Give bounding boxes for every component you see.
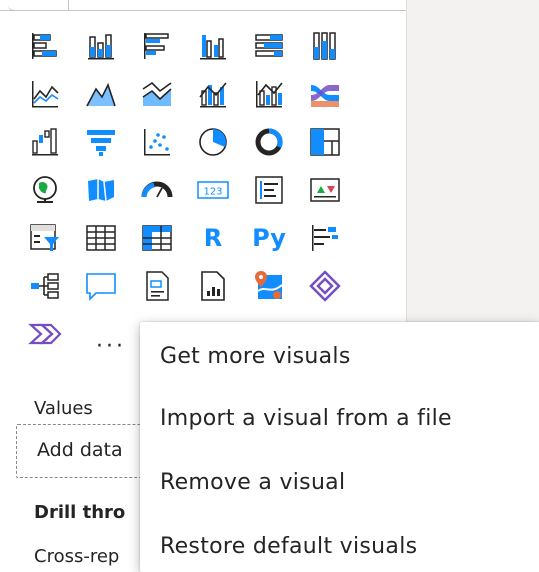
decomposition-tree-icon[interactable] — [25, 266, 65, 306]
100-stacked-column-chart-icon[interactable] — [305, 26, 345, 66]
py-icon-label: Py — [252, 224, 286, 252]
paginated-report-icon[interactable] — [193, 266, 233, 306]
gauge-icon[interactable] — [137, 170, 177, 210]
clustered-bar-chart-icon[interactable] — [137, 26, 177, 66]
menu-item-import-visual-from-file[interactable]: Import a visual from a file — [160, 406, 452, 431]
line-chart-icon[interactable] — [25, 74, 65, 114]
r-script-visual-icon[interactable]: R — [193, 218, 233, 258]
multi-row-card-icon[interactable] — [249, 170, 289, 210]
smart-narrative-icon[interactable] — [137, 266, 177, 306]
pane-top-border — [0, 0, 406, 11]
more-visuals-icon[interactable]: ··· — [96, 334, 126, 359]
qa-icon[interactable] — [81, 266, 121, 306]
r-icon-label: R — [203, 224, 223, 252]
menu-item-remove-visual[interactable]: Remove a visual — [160, 470, 345, 495]
kpi-icon[interactable] — [305, 170, 345, 210]
slicer-icon[interactable] — [25, 218, 65, 258]
100-stacked-bar-chart-icon[interactable] — [249, 26, 289, 66]
key-influencers-icon[interactable] — [305, 218, 345, 258]
power-automate-icon[interactable] — [25, 314, 65, 354]
card-icon-label: 123 — [203, 187, 222, 198]
line-and-clustered-column-chart-icon[interactable] — [249, 74, 289, 114]
values-label: Values — [34, 398, 93, 419]
area-chart-icon[interactable] — [81, 74, 121, 114]
map-icon[interactable] — [25, 170, 65, 210]
scatter-chart-icon[interactable] — [137, 122, 177, 162]
funnel-chart-icon[interactable] — [81, 122, 121, 162]
power-apps-icon[interactable] — [305, 266, 345, 306]
more-visuals-context-menu: Get more visuals Import a visual from a … — [140, 322, 539, 572]
stacked-bar-chart-icon[interactable] — [25, 26, 65, 66]
cross-report-label: Cross-rep — [34, 546, 120, 567]
filled-map-icon[interactable] — [81, 170, 121, 210]
ribbon-chart-icon[interactable] — [305, 74, 345, 114]
stacked-column-chart-icon[interactable] — [81, 26, 121, 66]
waterfall-chart-icon[interactable] — [25, 122, 65, 162]
stacked-area-chart-icon[interactable] — [137, 74, 177, 114]
card-icon[interactable]: 123 — [193, 170, 233, 210]
donut-chart-icon[interactable] — [249, 122, 289, 162]
line-and-stacked-column-chart-icon[interactable] — [193, 74, 233, 114]
table-icon[interactable] — [81, 218, 121, 258]
add-data-fields-well[interactable]: Add data — [16, 424, 156, 478]
pane-tab-edge — [8, 0, 69, 11]
matrix-icon[interactable] — [137, 218, 177, 258]
menu-item-get-more-visuals[interactable]: Get more visuals — [160, 344, 351, 369]
azure-map-icon[interactable] — [249, 266, 289, 306]
pie-chart-icon[interactable] — [193, 122, 233, 162]
drill-through-label: Drill thro — [34, 502, 126, 523]
menu-item-restore-default-visuals[interactable]: Restore default visuals — [160, 534, 417, 559]
python-visual-icon[interactable]: Py — [249, 218, 289, 258]
clustered-column-chart-icon[interactable] — [193, 26, 233, 66]
treemap-icon[interactable] — [305, 122, 345, 162]
